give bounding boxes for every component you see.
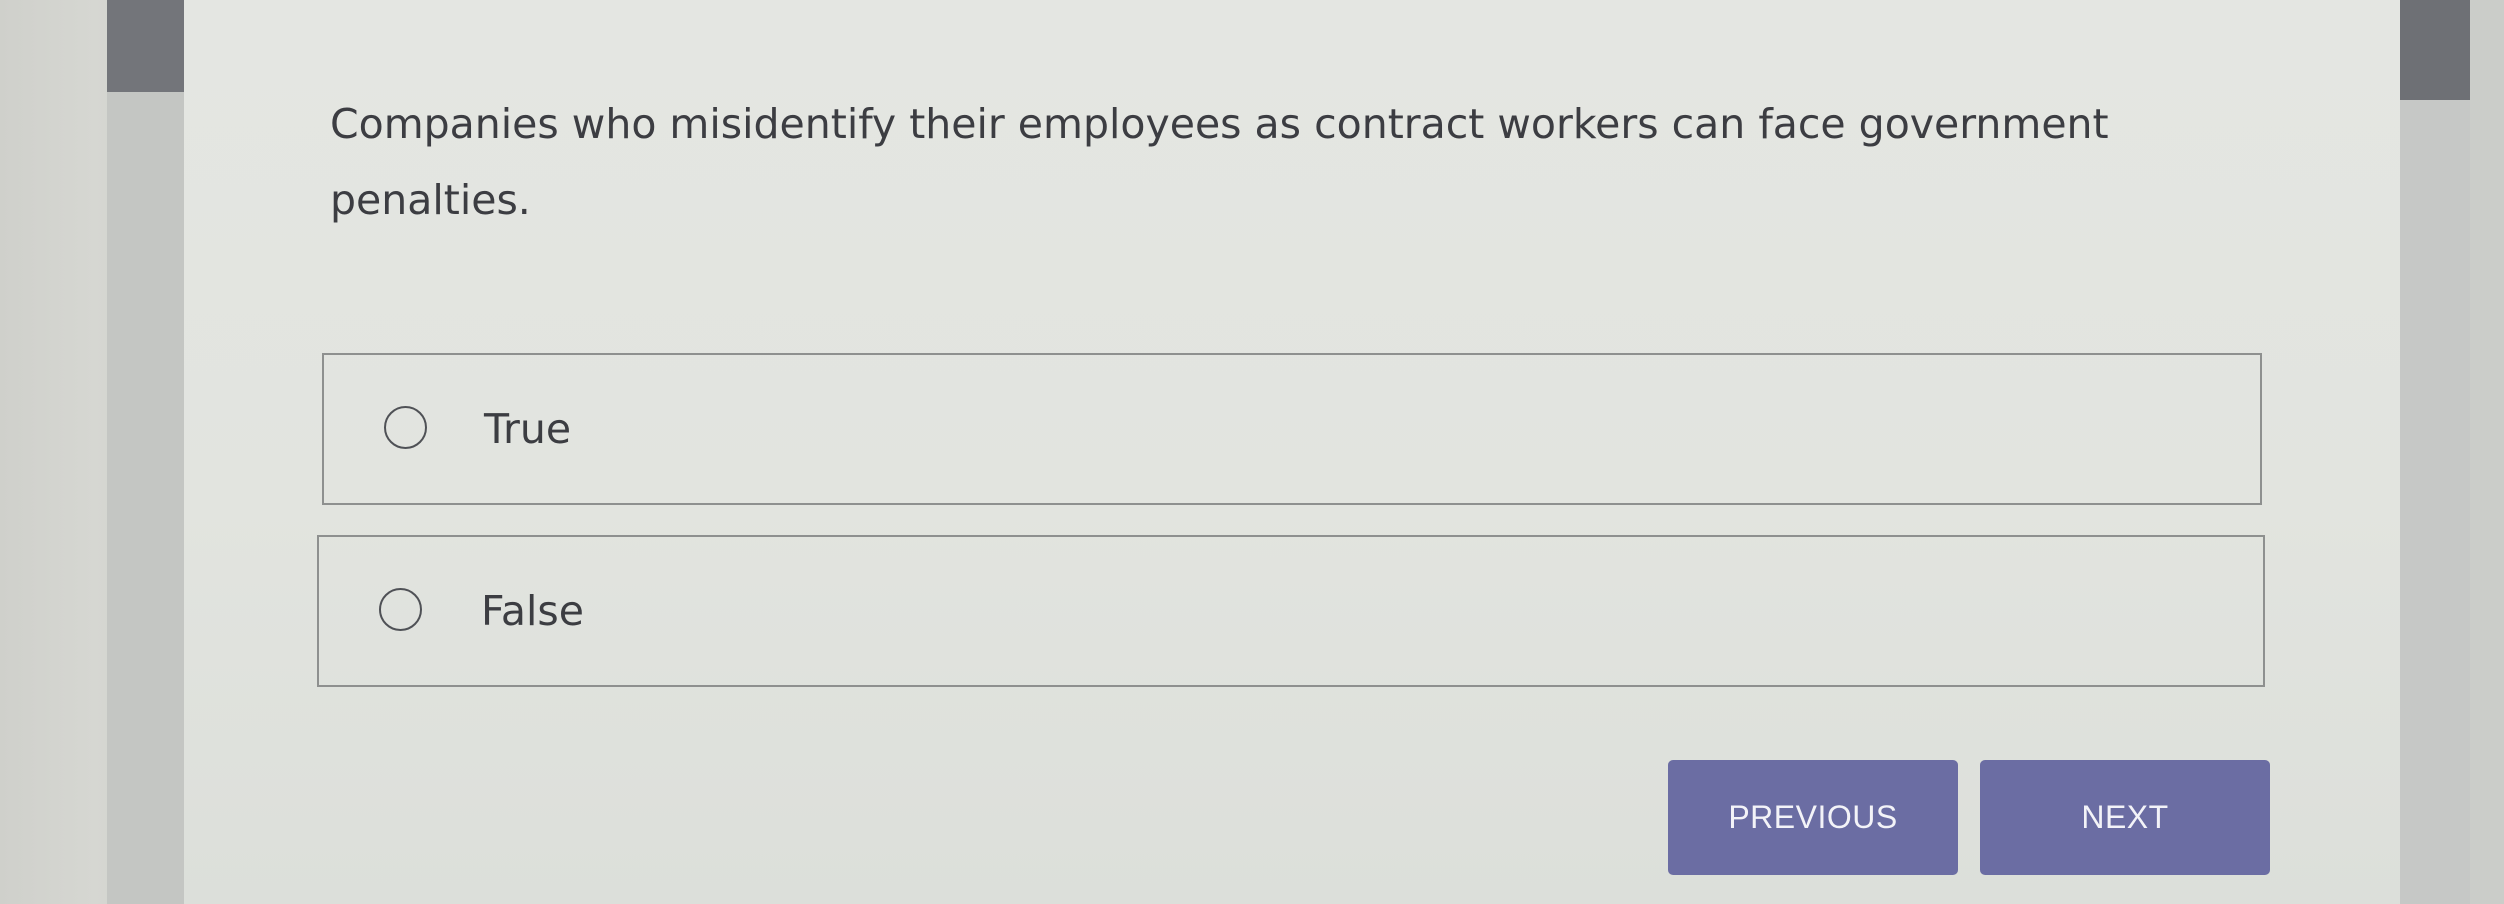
right-gutter [2470, 0, 2504, 904]
left-rail-header [107, 0, 184, 92]
question-text: Companies who misidentify their employee… [330, 100, 2109, 224]
radio-circle-icon[interactable] [384, 406, 427, 449]
answer-option-label: False [481, 587, 584, 635]
answer-option-label: True [484, 405, 572, 453]
left-sidebar-rail [107, 0, 184, 904]
answer-option-false[interactable]: False [317, 535, 2265, 687]
answer-option-true[interactable]: True [322, 353, 2262, 505]
right-sidebar-rail [2400, 0, 2470, 904]
right-rail-header [2400, 0, 2470, 100]
previous-button[interactable]: PREVIOUS [1668, 760, 1958, 875]
radio-circle-icon[interactable] [379, 588, 422, 631]
next-button[interactable]: NEXT [1980, 760, 2270, 875]
